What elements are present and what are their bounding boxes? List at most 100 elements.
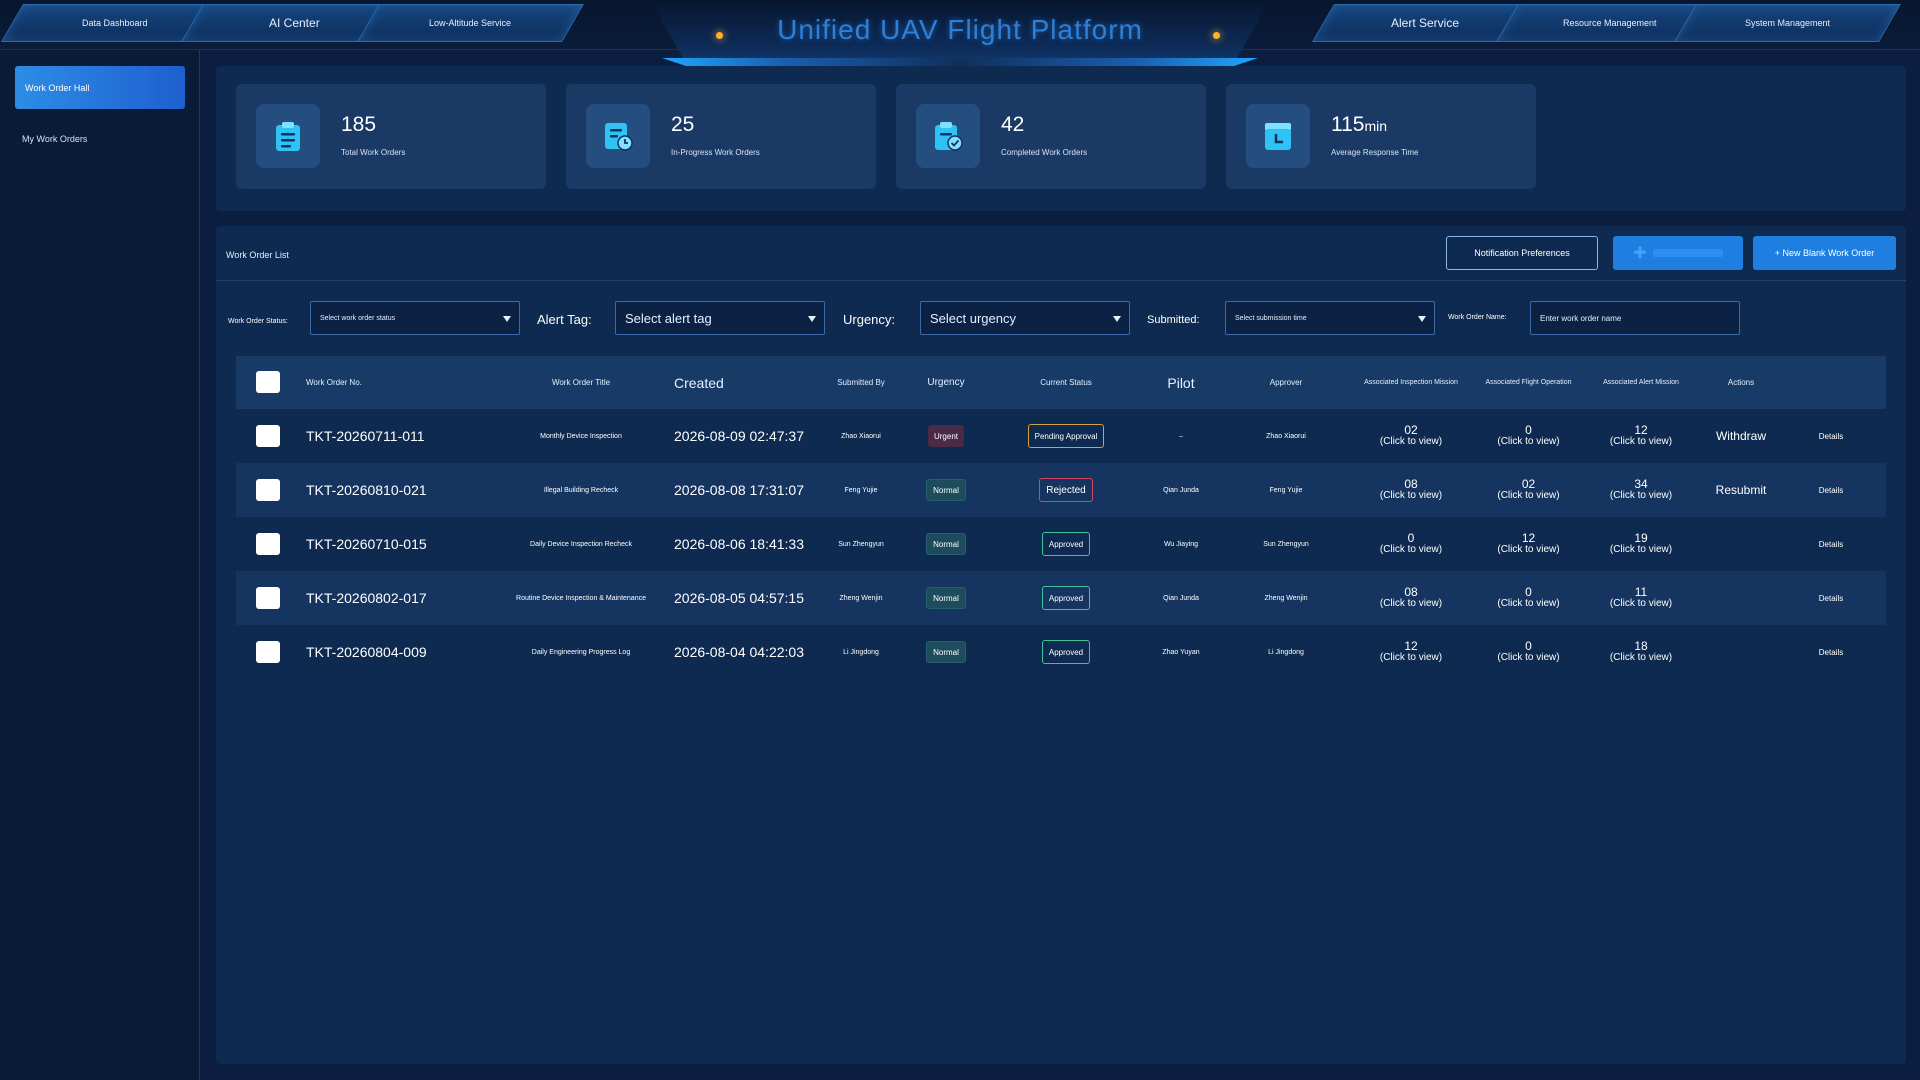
count: 08 — [1404, 477, 1418, 491]
table-header-row: Work Order No. Work Order Title Created … — [236, 356, 1886, 409]
input-placeholder: Enter work order name — [1540, 313, 1622, 323]
sidebar-item-my-work-orders[interactable]: My Work Orders — [22, 134, 87, 144]
click-hint: (Click to view) — [1609, 490, 1673, 501]
row-action-button[interactable] — [1701, 517, 1781, 571]
row-checkbox[interactable] — [256, 479, 280, 501]
urgency-cell: Normal — [906, 625, 986, 679]
work-order-title: Daily Engineering Progress Log — [531, 648, 631, 656]
status-badge: Approved — [1041, 586, 1091, 610]
select-all-checkbox[interactable] — [256, 371, 280, 393]
caret-down-icon — [1418, 316, 1426, 322]
work-order-title: Routine Device Inspection & Maintenance — [516, 594, 646, 602]
count: 12 — [1634, 423, 1648, 437]
submission-time-select[interactable]: Select submission time — [1225, 301, 1435, 335]
count: 0 — [1525, 639, 1532, 653]
inspection-mission-link[interactable]: 12 (Click to view) — [1346, 625, 1476, 679]
status-badge: Pending Approval — [1027, 424, 1105, 448]
title-left-light-icon — [716, 32, 723, 39]
count: 08 — [1404, 585, 1418, 599]
created-time: 2026-08-05 04:57:15 — [674, 590, 804, 606]
notification-preferences-button[interactable]: Notification Preferences — [1446, 236, 1598, 270]
stat-card-completed: 42 Completed Work Orders — [896, 84, 1206, 189]
submitted-by: Zheng Wenjin — [839, 594, 883, 602]
details-link[interactable]: Details — [1781, 625, 1881, 679]
status-cell: Pending Approval — [1011, 409, 1121, 463]
urgency-badge: Normal — [926, 533, 966, 555]
sidebar: Work Order Hall My Work Orders — [0, 50, 200, 1080]
title-glow-edge — [662, 58, 1258, 66]
row-action-button[interactable] — [1701, 625, 1781, 679]
urgency-cell: Normal — [906, 463, 986, 517]
column-header-no: Work Order No. — [306, 378, 362, 387]
new-blank-work-order-button[interactable]: + New Blank Work Order — [1753, 236, 1896, 270]
details-link[interactable]: Details — [1781, 571, 1881, 625]
row-checkbox[interactable] — [256, 425, 280, 447]
click-hint: (Click to view) — [1497, 490, 1560, 501]
urgency-select[interactable]: Select urgency — [920, 301, 1130, 335]
click-hint: (Click to view) — [1379, 652, 1443, 663]
flight-operation-link[interactable]: 02 (Click to view) — [1466, 463, 1591, 517]
nav-tab-low-altitude-service[interactable]: Low-Altitude Service — [357, 4, 584, 42]
pilot: Zhao Yuyan — [1162, 648, 1200, 656]
row-action-button[interactable]: Resubmit — [1701, 463, 1781, 517]
new-from-template-button[interactable]: ✚ — [1613, 236, 1743, 270]
list-title: Work Order List — [226, 250, 289, 260]
alert-mission-link[interactable]: 12 (Click to view) — [1581, 409, 1701, 463]
table-row: TKT-20260710-015 Daily Device Inspection … — [236, 517, 1886, 571]
details-link[interactable]: Details — [1781, 517, 1881, 571]
pilot: Wu Jiaying — [1163, 540, 1199, 548]
row-action-button[interactable]: Withdraw — [1701, 409, 1781, 463]
pilot: Qian Junda — [1163, 486, 1199, 494]
flight-operation-link[interactable]: 0 (Click to view) — [1466, 625, 1591, 679]
details-link[interactable]: Details — [1781, 463, 1881, 517]
count: 0 — [1525, 585, 1532, 599]
urgency-badge: Normal — [926, 479, 966, 501]
submitted-by: Li Jingdong — [843, 648, 879, 656]
platform-title-banner: Unified UAV Flight Platform — [650, 0, 1270, 70]
submitted-by: Zhao Xiaorui — [841, 432, 881, 440]
work-order-name-input[interactable]: Enter work order name — [1530, 301, 1740, 335]
count: 02 — [1404, 423, 1418, 437]
row-action-button[interactable] — [1701, 571, 1781, 625]
click-hint: (Click to view) — [1609, 652, 1673, 663]
alert-mission-link[interactable]: 18 (Click to view) — [1581, 625, 1701, 679]
flight-operation-link[interactable]: 12 (Click to view) — [1466, 517, 1591, 571]
status-badge: Approved — [1041, 640, 1091, 664]
created-time: 2026-08-08 17:31:07 — [674, 482, 804, 498]
select-placeholder: Select urgency — [930, 310, 1016, 326]
work-order-status-select[interactable]: Select work order status — [310, 301, 520, 335]
document-clock-icon — [586, 104, 650, 168]
row-checkbox[interactable] — [256, 641, 280, 663]
count: 0 — [1407, 531, 1415, 545]
flight-operation-link[interactable]: 0 (Click to view) — [1466, 571, 1591, 625]
title-right-light-icon — [1213, 32, 1220, 39]
stat-value: 185 — [341, 113, 377, 136]
work-order-number: TKT-20260710-015 — [306, 536, 427, 552]
nav-tab-system-management[interactable]: System Management — [1674, 4, 1901, 42]
inspection-mission-link[interactable]: 02 (Click to view) — [1346, 409, 1476, 463]
details-link[interactable]: Details — [1781, 409, 1881, 463]
select-placeholder: Select alert tag — [625, 310, 712, 326]
work-order-number: TKT-20260802-017 — [306, 590, 427, 606]
table-row: TKT-20260802-017 Routine Device Inspectio… — [236, 571, 1886, 625]
stat-label: Completed Work Orders — [1001, 148, 1088, 157]
table-row: TKT-20260810-021 Illegal Building Recheck… — [236, 463, 1886, 517]
inspection-mission-link[interactable]: 08 (Click to view) — [1346, 571, 1476, 625]
inspection-mission-link[interactable]: 08 (Click to view) — [1346, 463, 1476, 517]
column-header-status: Current Status — [1040, 378, 1092, 387]
stat-value: 42 — [1001, 113, 1025, 136]
row-checkbox[interactable] — [256, 587, 280, 609]
caret-down-icon — [503, 316, 511, 322]
alert-mission-link[interactable]: 11 (Click to view) — [1581, 571, 1701, 625]
alert-mission-link[interactable]: 19 (Click to view) — [1581, 517, 1701, 571]
click-hint: (Click to view) — [1497, 652, 1560, 663]
clipboard-list-icon — [256, 104, 320, 168]
inspection-mission-link[interactable]: 0 (Click to view) — [1346, 517, 1476, 571]
count: 12 — [1521, 531, 1536, 545]
row-checkbox[interactable] — [256, 533, 280, 555]
count: 11 — [1634, 585, 1648, 599]
sidebar-item-work-order-hall[interactable]: Work Order Hall — [15, 66, 185, 109]
alert-mission-link[interactable]: 34 (Click to view) — [1581, 463, 1701, 517]
alert-tag-select[interactable]: Select alert tag — [615, 301, 825, 335]
flight-operation-link[interactable]: 0 (Click to view) — [1466, 409, 1591, 463]
